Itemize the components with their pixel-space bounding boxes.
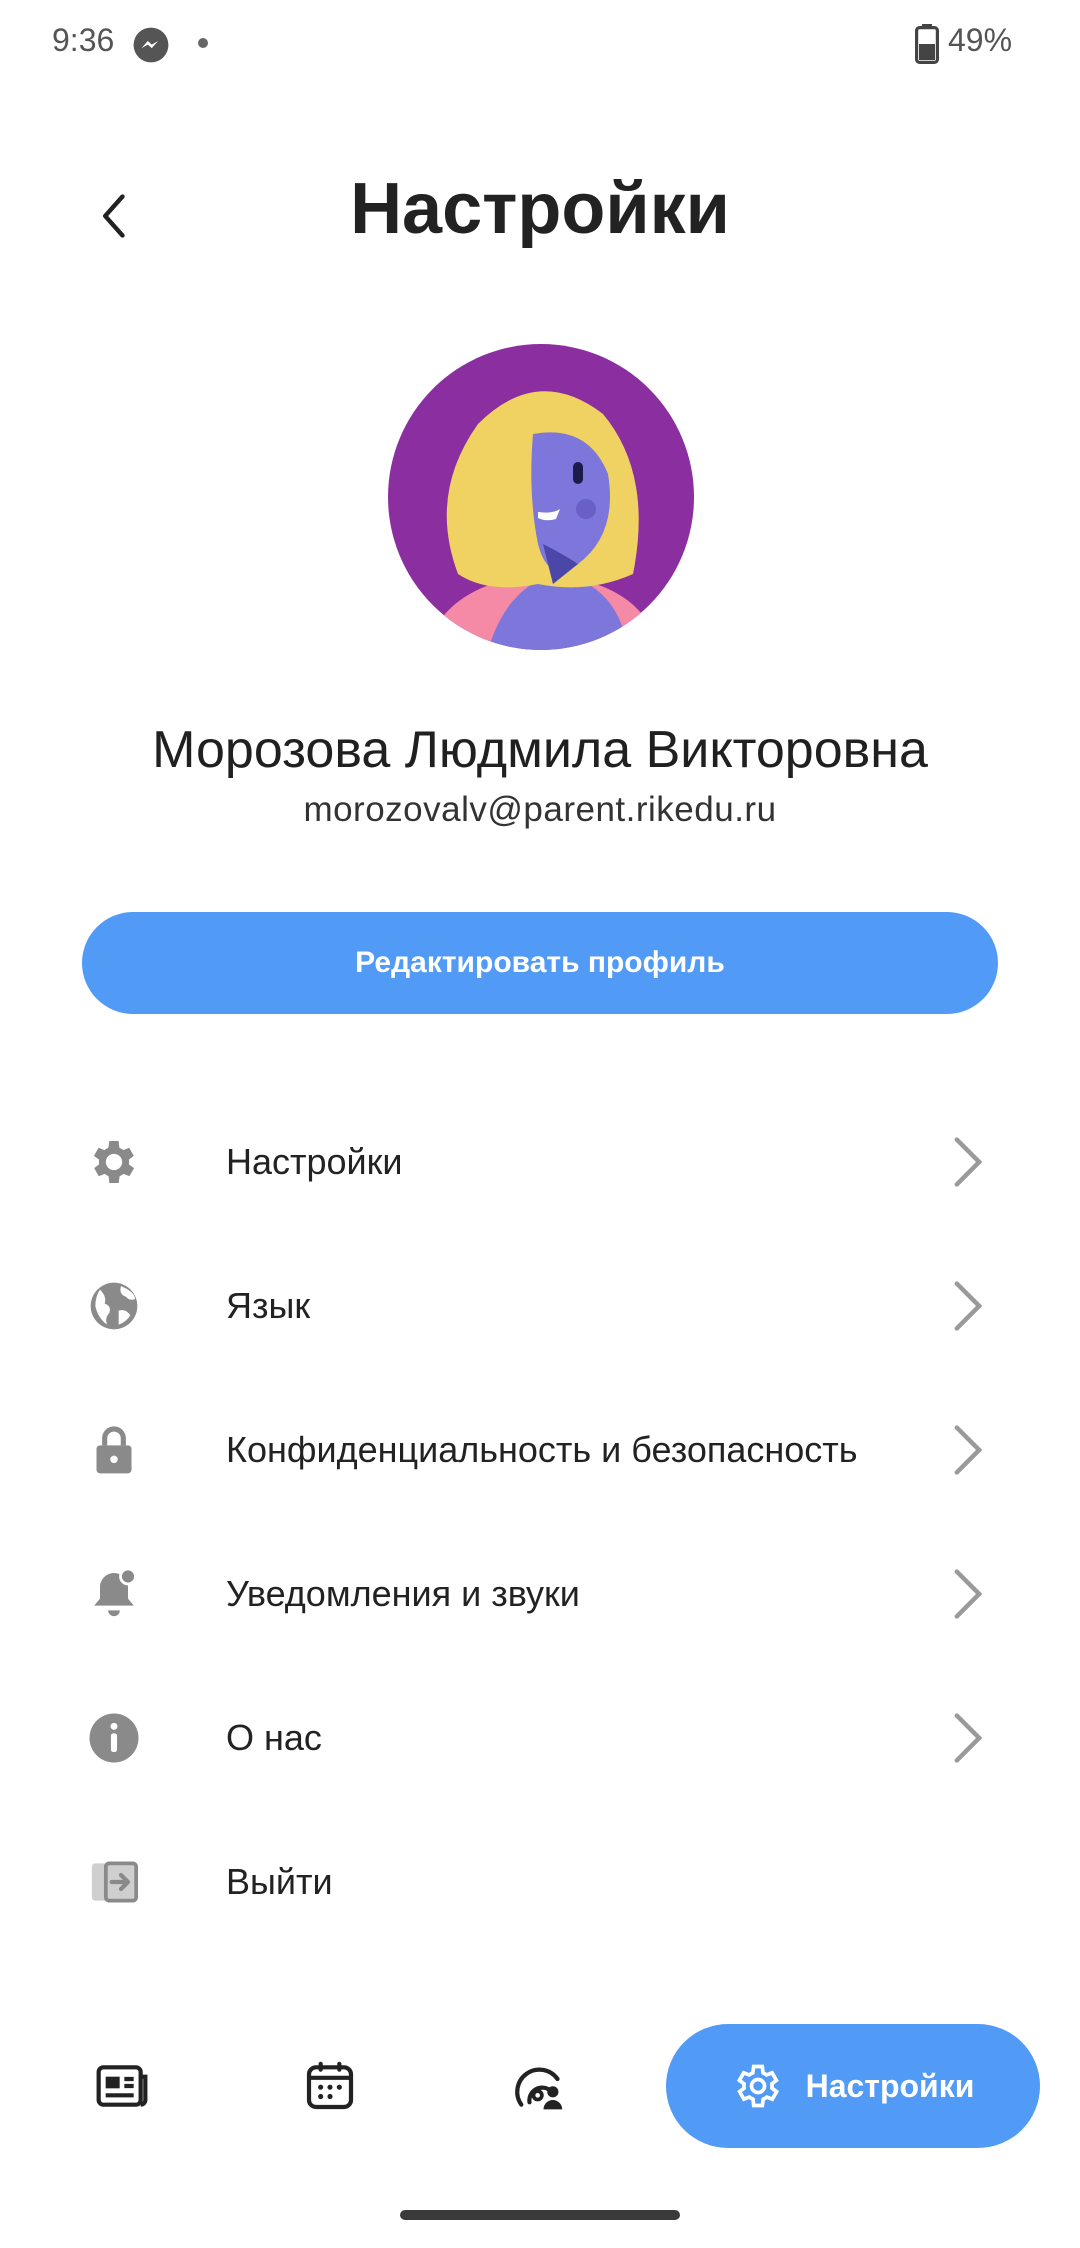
bottom-nav: Настройки (0, 2020, 1080, 2150)
menu-item-label: Конфиденциальность и безопасность (226, 1429, 858, 1470)
tracking-icon[interactable] (512, 2058, 568, 2114)
page-title: Настройки (350, 169, 730, 249)
menu-item-privacy[interactable]: Конфиденциальность и безопасность (0, 1378, 1080, 1522)
status-bar: 9:36 49% (0, 0, 1080, 90)
gear-icon (736, 2064, 779, 2108)
menu-item-label: Язык (226, 1285, 311, 1326)
calendar-icon[interactable] (302, 2058, 358, 2114)
edit-profile-button[interactable]: Редактировать профиль (82, 912, 998, 1014)
globe-icon (90, 1282, 138, 1330)
gear-icon (93, 1141, 135, 1183)
battery-percent: 49% (948, 22, 1013, 58)
news-icon[interactable] (94, 2058, 150, 2114)
chevron-right-icon (954, 1137, 983, 1187)
nav-settings-label: Настройки (805, 2067, 975, 2104)
messenger-icon (133, 27, 169, 63)
chevron-right-icon (954, 1569, 983, 1619)
menu-item-language[interactable]: Язык (0, 1234, 1080, 1378)
chevron-right-icon (954, 1713, 983, 1763)
avatar-illustration (388, 344, 694, 650)
chevron-right-icon (954, 1281, 983, 1331)
avatar[interactable] (388, 344, 694, 650)
info-icon (89, 1713, 139, 1763)
notification-dot (198, 38, 208, 48)
menu-item-label: О нас (226, 1717, 322, 1758)
menu-item-label: Уведомления и звуки (226, 1573, 580, 1614)
menu-item-label: Настройки (226, 1141, 403, 1182)
home-indicator[interactable] (400, 2210, 680, 2220)
lock-icon (96, 1426, 132, 1474)
battery-icon (915, 24, 939, 64)
profile-email: morozovalv@parent.rikedu.ru (303, 790, 777, 829)
menu-item-about[interactable]: О нас (0, 1666, 1080, 1810)
bell-icon (94, 1567, 137, 1617)
status-time: 9:36 (52, 22, 115, 58)
menu-item-settings[interactable]: Настройки (0, 1090, 1080, 1234)
profile-name: Морозова Людмила Викторовна (152, 721, 928, 779)
logout-icon (91, 1861, 139, 1903)
menu-item-label: Выйти (226, 1861, 333, 1902)
nav-settings-active[interactable]: Настройки (666, 2024, 1040, 2148)
chevron-right-icon (954, 1425, 983, 1475)
menu-item-logout[interactable]: Выйти (0, 1810, 1080, 1954)
menu-item-notifications[interactable]: Уведомления и звуки (0, 1522, 1080, 1666)
